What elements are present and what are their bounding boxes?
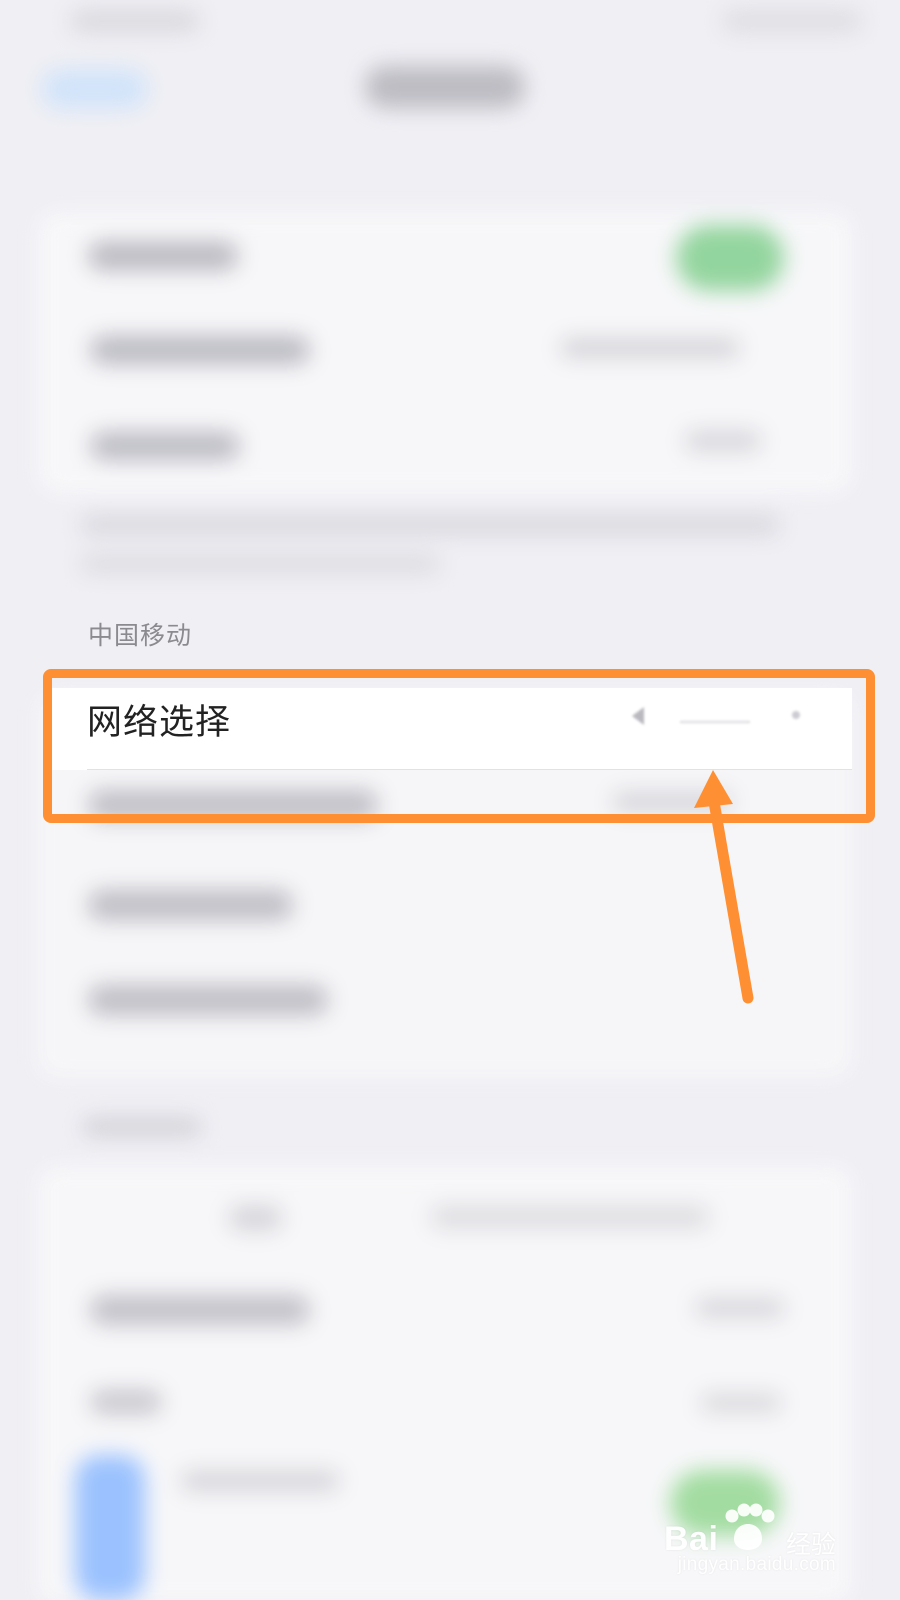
bottom-row-1b-blur — [430, 1205, 710, 1229]
top-row-2-blur — [90, 336, 310, 364]
row-divider — [87, 769, 852, 770]
description-line-2-blur — [80, 555, 440, 573]
back-button-blur — [42, 70, 147, 108]
blurred-background — [0, 0, 900, 1600]
network-selection-value — [632, 706, 802, 740]
status-right-block — [722, 10, 862, 32]
top-row-2-value-blur — [560, 338, 740, 358]
top-row-1-blur — [88, 242, 238, 270]
watermark-site: jingyan.baidu.com — [677, 1554, 836, 1575]
app-label-blur — [180, 1470, 340, 1492]
paw-icon — [725, 1503, 775, 1550]
page-title-blur — [365, 66, 525, 108]
baidu-watermark: Bai 经验 jingyan.baidu.com — [664, 1500, 836, 1576]
mid-row-3-blur — [88, 985, 328, 1015]
description-line-1-blur — [80, 515, 780, 535]
section-2-label-blur — [82, 1118, 202, 1136]
status-left-block — [70, 10, 200, 32]
mobile-settings-screen: 中国移动 网络选择 Bai 经验 jingyan.baidu.com — [0, 0, 900, 1600]
bottom-row-3-blur — [90, 1390, 162, 1414]
carrier-section-label: 中国移动 — [88, 621, 193, 650]
mid-row-1-value-blur — [612, 792, 732, 812]
app-icon-blur — [75, 1455, 145, 1600]
dot-icon — [792, 711, 800, 719]
top-row-3-value-blur — [684, 430, 762, 452]
network-selection-row[interactable]: 网络选择 — [52, 688, 852, 770]
network-selection-label: 网络选择 — [87, 703, 232, 743]
mid-row-2-blur — [88, 890, 293, 920]
bottom-row-1a-blur — [228, 1205, 283, 1231]
top-toggle-blur — [676, 225, 784, 291]
mid-row-1-blur — [88, 790, 378, 820]
value-line — [680, 721, 750, 723]
bottom-row-2-blur — [90, 1295, 310, 1325]
top-row-3-blur — [90, 432, 240, 460]
bottom-row-3-value-blur — [700, 1393, 782, 1413]
bottom-row-2-value-blur — [695, 1298, 785, 1318]
chevron-left-icon — [632, 707, 644, 725]
